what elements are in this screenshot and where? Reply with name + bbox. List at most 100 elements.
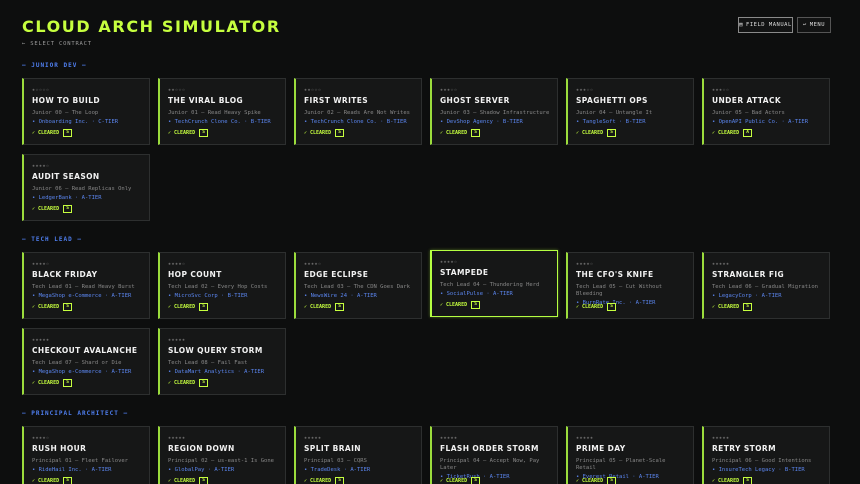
- difficulty-stars: ★★★★★: [304, 435, 322, 441]
- contract-card[interactable]: ★★★★☆ AUDIT SEASON Junior 06 — Read Repl…: [22, 154, 150, 221]
- app-title: CLOUD ARCH SIMULATOR: [22, 17, 281, 36]
- difficulty-stars: ★★★★★: [712, 261, 730, 267]
- grade-badge: S: [63, 477, 73, 484]
- contract-card[interactable]: ★☆☆☆☆ HOW TO BUILD Junior 00 — The Loop …: [22, 78, 150, 145]
- contract-card[interactable]: ★★★★☆ THE CFO'S KNIFE Tech Lead 05 — Cut…: [566, 252, 694, 319]
- contract-title: THE VIRAL BLOG: [168, 96, 244, 105]
- contract-card[interactable]: ★★★★★ REGION DOWN Principal 02 — us-east…: [158, 426, 286, 484]
- difficulty-stars: ★★★☆☆: [576, 87, 594, 93]
- contract-title: REGION DOWN: [168, 444, 235, 453]
- contract-card-selected[interactable]: ★★★★☆ STAMPEDE Tech Lead 04 — Thundering…: [430, 250, 558, 317]
- cleared-label: ✓ CLEARED: [712, 478, 740, 484]
- contract-description: Junior 03 — Shadow Infrastructure: [440, 110, 550, 116]
- grade-badge: S: [471, 129, 481, 137]
- cleared-label: ✓ CLEARED: [576, 304, 604, 310]
- contract-description: Tech Lead 07 — Shard or Die: [32, 360, 122, 366]
- select-contract-back-link[interactable]: ← SELECT CONTRACT: [22, 41, 92, 47]
- cleared-label: ✓ CLEARED: [32, 478, 60, 484]
- status-badge: ✓ CLEARED S: [32, 477, 73, 484]
- contract-card[interactable]: ★★★★★ SPLIT BRAIN Principal 03 — CQRS • …: [294, 426, 422, 484]
- contract-card[interactable]: ★★★★☆ EDGE ECLIPSE Tech Lead 03 — The CD…: [294, 252, 422, 319]
- difficulty-stars: ★★★★☆: [32, 261, 50, 267]
- contract-description: Junior 00 — The Loop: [32, 110, 99, 116]
- contract-card[interactable]: ★★★★☆ HOP COUNT Tech Lead 02 — Every Hop…: [158, 252, 286, 319]
- menu-button[interactable]: ↩ MENU: [797, 17, 831, 33]
- cleared-label: ✓ CLEARED: [304, 130, 332, 136]
- contract-card[interactable]: ★★★★★ CHECKOUT AVALANCHE Tech Lead 07 — …: [22, 328, 150, 395]
- grade-badge: S: [199, 303, 209, 311]
- status-badge: ✓ CLEARED S: [168, 129, 209, 137]
- contract-title: FLASH ORDER STORM: [440, 444, 539, 453]
- contract-card[interactable]: ★★☆☆☆ THE VIRAL BLOG Junior 01 — Read He…: [158, 78, 286, 145]
- status-badge: ✓ CLEARED S: [168, 477, 209, 484]
- contract-description: Tech Lead 02 — Every Hop Costs: [168, 284, 268, 290]
- status-badge: ✓ CLEARED S: [304, 477, 345, 484]
- status-badge: ✓ CLEARED S: [304, 303, 345, 311]
- contract-description: Principal 01 — Fleet Failover: [32, 458, 129, 464]
- contract-description: Tech Lead 03 — The CDN Goes Dark: [304, 284, 410, 290]
- contract-client: • TangleSoft · B-TIER: [576, 119, 646, 125]
- difficulty-stars: ★★★★★: [576, 435, 594, 441]
- grade-badge: S: [63, 379, 73, 387]
- contract-card[interactable]: ★★★☆☆ UNDER ATTACK Junior 05 — Bad Actor…: [702, 78, 830, 145]
- contract-description: Tech Lead 06 — Gradual Migration: [712, 284, 818, 290]
- cleared-label: ✓ CLEARED: [712, 304, 740, 310]
- difficulty-stars: ★★★★☆: [304, 261, 322, 267]
- contract-client: • MicroSvc Corp · B-TIER: [168, 293, 248, 299]
- contract-description: Tech Lead 04 — Thundering Herd: [440, 282, 540, 288]
- contract-title: HOP COUNT: [168, 270, 222, 279]
- contract-description: Principal 05 — Planet-Scale Retail: [576, 458, 666, 471]
- difficulty-stars: ★☆☆☆☆: [32, 87, 50, 93]
- contract-card[interactable]: ★★★☆☆ SPAGHETTI OPS Junior 04 — Untangle…: [566, 78, 694, 145]
- section-label-tech-lead: — TECH LEAD —: [22, 236, 82, 243]
- cleared-label: ✓ CLEARED: [440, 478, 468, 484]
- difficulty-stars: ★★★★★: [168, 337, 186, 343]
- status-badge: ✓ CLEARED S: [440, 477, 481, 484]
- contract-client: • OpenAPI Public Co. · A-TIER: [712, 119, 809, 125]
- status-badge: ✓ CLEARED S: [168, 379, 209, 387]
- cleared-label: ✓ CLEARED: [576, 478, 604, 484]
- field-manual-button[interactable]: ▤ FIELD MANUAL: [738, 17, 793, 33]
- contract-card[interactable]: ★★★★★ STRANGLER FIG Tech Lead 06 — Gradu…: [702, 252, 830, 319]
- difficulty-stars: ★★☆☆☆: [168, 87, 186, 93]
- contract-description: Principal 02 — us-east-1 Is Gone: [168, 458, 274, 464]
- grade-badge: S: [743, 303, 753, 311]
- contract-card[interactable]: ★★☆☆☆ FIRST WRITES Junior 02 — Reads Are…: [294, 78, 422, 145]
- difficulty-stars: ★★★★★: [32, 337, 50, 343]
- status-badge: ✓ CLEARED S: [32, 379, 73, 387]
- contract-title: HOW TO BUILD: [32, 96, 101, 105]
- contract-card[interactable]: ★★★★★ RETRY STORM Principal 06 — Good In…: [702, 426, 830, 484]
- status-badge: ✓ CLEARED A: [712, 129, 753, 137]
- contract-title: SPLIT BRAIN: [304, 444, 361, 453]
- contract-client: • TechCrunch Clone Co. · B-TIER: [304, 119, 407, 125]
- contract-card[interactable]: ★★★★★ PRIME DAY Principal 05 — Planet-Sc…: [566, 426, 694, 484]
- contract-card[interactable]: ★★★★☆ RUSH HOUR Principal 01 — Fleet Fai…: [22, 426, 150, 484]
- grade-badge: S: [471, 477, 481, 484]
- contract-client: • TradeDesk · A-TIER: [304, 467, 371, 473]
- contract-title: SLOW QUERY STORM: [168, 346, 263, 355]
- contract-title: RETRY STORM: [712, 444, 776, 453]
- cleared-label: ✓ CLEARED: [168, 130, 196, 136]
- grade-badge: S: [199, 129, 209, 137]
- contract-description: Tech Lead 01 — Read Heavy Burst: [32, 284, 135, 290]
- contract-title: SPAGHETTI OPS: [576, 96, 648, 105]
- contract-title: RUSH HOUR: [32, 444, 87, 453]
- cleared-label: ✓ CLEARED: [712, 130, 740, 136]
- contract-card[interactable]: ★★★★★ SLOW QUERY STORM Tech Lead 08 — Fa…: [158, 328, 286, 395]
- contract-client: • GlobalPay · A-TIER: [168, 467, 235, 473]
- contract-card[interactable]: ★★★★★ FLASH ORDER STORM Principal 04 — A…: [430, 426, 558, 484]
- status-badge: ✓ CLEARED S: [712, 303, 753, 311]
- status-badge: ✓ CLEARED S: [32, 129, 73, 137]
- difficulty-stars: ★★★★☆: [440, 259, 458, 265]
- status-badge: ✓ CLEARED S: [304, 129, 345, 137]
- contract-description: Principal 06 — Good Intentions: [712, 458, 812, 464]
- cleared-label: ✓ CLEARED: [576, 130, 604, 136]
- difficulty-stars: ★★★★☆: [32, 163, 50, 169]
- contract-card[interactable]: ★★★☆☆ GHOST SERVER Junior 03 — Shadow In…: [430, 78, 558, 145]
- status-badge: ✓ CLEARED S: [576, 129, 617, 137]
- contract-description: Junior 02 — Reads Are Not Writes: [304, 110, 410, 116]
- contract-description: Junior 04 — Untangle It: [576, 110, 653, 116]
- grade-badge: S: [63, 303, 73, 311]
- cleared-label: ✓ CLEARED: [32, 380, 60, 386]
- contract-card[interactable]: ★★★★☆ BLACK FRIDAY Tech Lead 01 — Read H…: [22, 252, 150, 319]
